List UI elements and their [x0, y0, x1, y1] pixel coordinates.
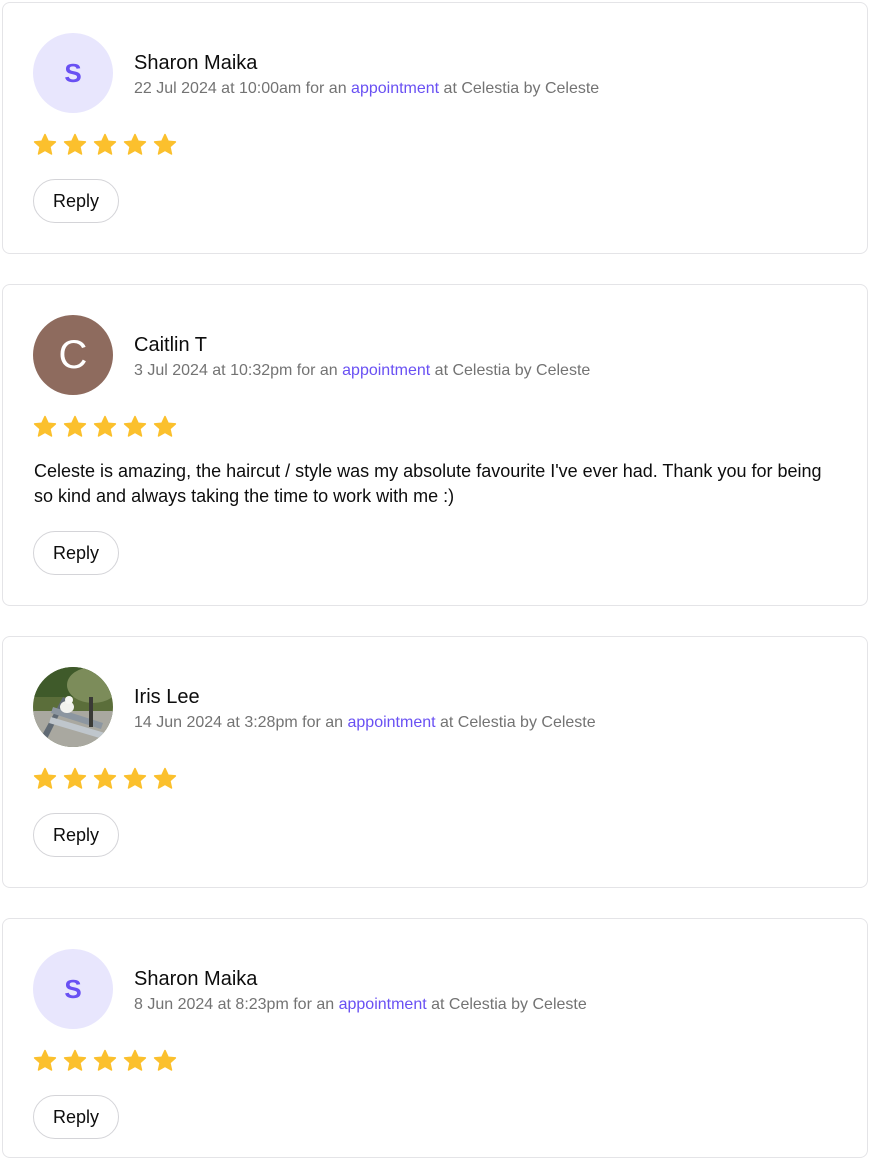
reviewer-name: Iris Lee [134, 686, 200, 708]
review-comment: Celeste is amazing, the haircut / style … [34, 461, 822, 506]
star-rating [33, 415, 177, 439]
review-card: Iris Lee 14 Jun 2024 at 3:28pm for an ap… [2, 636, 868, 888]
review-date: 14 Jun 2024 at 3:28pm [134, 714, 298, 731]
star-icon [123, 133, 147, 155]
star-icon [63, 415, 87, 437]
reply-button[interactable]: Reply [33, 1095, 120, 1139]
star-icon [93, 133, 117, 155]
avatar-initial: S [64, 973, 82, 1004]
appointment-link[interactable]: appointment [351, 80, 439, 97]
reply-button[interactable]: Reply [33, 179, 120, 223]
review-meta: 14 Jun 2024 at 3:28pm for an appointment… [134, 713, 596, 733]
review-card: C Caitlin T 3 Jul 2024 at 10:32pm for an… [2, 284, 868, 606]
star-icon [123, 767, 147, 789]
star-icon [33, 767, 57, 789]
star-rating [33, 767, 177, 791]
review-meta-venue: at Celestia by Celeste [435, 714, 596, 731]
appointment-link[interactable]: appointment [348, 714, 436, 731]
review-meta-for: for an [292, 362, 343, 379]
avatar-initial: S [64, 57, 82, 88]
avatar: S [33, 949, 113, 1029]
review-card: S Sharon Maika 8 Jun 2024 at 8:23pm for … [2, 918, 868, 1158]
review-meta: 3 Jul 2024 at 10:32pm for an appointment… [134, 361, 590, 381]
review-meta-for: for an [297, 714, 348, 731]
star-icon [63, 767, 87, 789]
star-icon [33, 1049, 57, 1071]
user-photo-avatar-icon [33, 667, 113, 747]
star-rating [33, 1049, 177, 1073]
star-icon [93, 1049, 117, 1071]
star-icon [93, 767, 117, 789]
star-icon [153, 767, 177, 789]
review-date: 8 Jun 2024 at 8:23pm [134, 996, 289, 1013]
star-icon [153, 1049, 177, 1071]
star-rating [33, 133, 177, 157]
star-icon [33, 133, 57, 155]
appointment-link[interactable]: appointment [342, 362, 430, 379]
star-icon [33, 415, 57, 437]
reply-button[interactable]: Reply [33, 813, 120, 857]
review-meta-venue: at Celestia by Celeste [439, 80, 600, 97]
avatar: S [33, 33, 113, 113]
reviewer-name: Sharon Maika [134, 968, 258, 990]
star-icon [63, 133, 87, 155]
appointment-link[interactable]: appointment [339, 996, 427, 1013]
review-meta: 22 Jul 2024 at 10:00am for an appointmen… [134, 79, 599, 99]
star-icon [93, 415, 117, 437]
review-meta: 8 Jun 2024 at 8:23pm for an appointment … [134, 995, 587, 1015]
review-meta-for: for an [301, 80, 352, 97]
review-meta-venue: at Celestia by Celeste [426, 996, 587, 1013]
star-icon [153, 415, 177, 437]
review-date: 22 Jul 2024 at 10:00am [134, 80, 302, 97]
star-icon [153, 133, 177, 155]
reply-button[interactable]: Reply [33, 531, 120, 575]
user-photo-avatar [33, 667, 113, 747]
reviewer-name: Sharon Maika [134, 52, 258, 74]
star-icon [63, 1049, 87, 1071]
avatar-initial: C [58, 332, 88, 377]
reviewer-name: Caitlin T [134, 334, 207, 356]
star-icon [123, 1049, 147, 1071]
star-icon [123, 415, 147, 437]
review-card: S Sharon Maika 22 Jul 2024 at 10:00am fo… [2, 2, 868, 254]
review-meta-for: for an [288, 996, 339, 1013]
review-meta-venue: at Celestia by Celeste [430, 362, 591, 379]
review-date: 3 Jul 2024 at 10:32pm [134, 362, 293, 379]
avatar: C [33, 315, 113, 395]
